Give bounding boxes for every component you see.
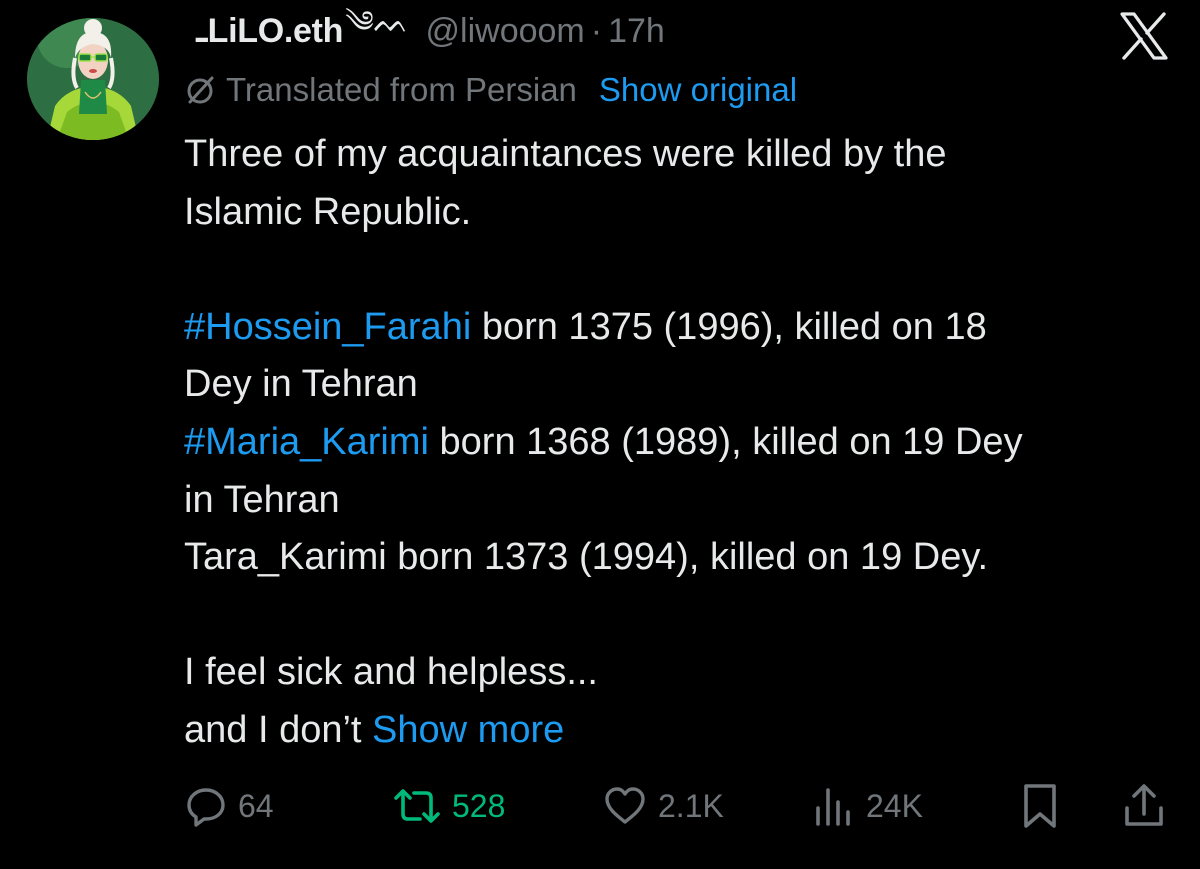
- tweet-header: ـLiLO.eth ༄ᨓ @liwooom · 17h: [196, 6, 665, 54]
- hashtag-link[interactable]: #Hossein_Farahi: [184, 306, 471, 348]
- retweet-button[interactable]: 528: [392, 776, 505, 836]
- views-count: 24K: [866, 787, 923, 824]
- reply-button[interactable]: 64: [184, 776, 274, 836]
- avatar[interactable]: [27, 18, 159, 140]
- body-text-segment: born 1375 (1996), killed on 18: [471, 305, 987, 348]
- body-line: Three of my acquaintances were killed by…: [184, 133, 947, 175]
- views-button[interactable]: 24K: [812, 776, 923, 836]
- translate-slash-icon: [187, 76, 214, 104]
- bookmark-icon: [1024, 784, 1056, 828]
- retweet-icon: [394, 789, 440, 823]
- reply-bubble-icon: [187, 788, 225, 827]
- bookmark-button[interactable]: [1020, 776, 1060, 836]
- like-button[interactable]: 2.1K: [602, 776, 724, 836]
- display-name[interactable]: ـLiLO.eth: [196, 11, 343, 51]
- body-line: I feel sick and helpless...: [184, 651, 598, 694]
- translation-bar: Translated from Persian Show original: [184, 68, 797, 112]
- body-line: in Tehran: [184, 478, 340, 521]
- body-spacer: [184, 587, 1174, 645]
- body-line: Dey in Tehran: [184, 363, 418, 406]
- body-line: and I don’t Show more: [184, 702, 1174, 760]
- x-logo-icon[interactable]: [1118, 10, 1170, 62]
- bar-chart-icon: [816, 788, 850, 826]
- avatar-portrait-image: [27, 18, 159, 140]
- tweet-card: ـLiLO.eth ༄ᨓ @liwooom · 17h Translated f…: [0, 0, 1200, 869]
- reply-count: 64: [238, 787, 274, 824]
- body-line: Tara_Karimi born 1373 (1994), killed on …: [184, 536, 989, 579]
- heart-icon: [605, 787, 645, 824]
- body-line: #Hossein_Farahi born 1375 (1996), killed…: [184, 299, 1174, 357]
- body-line: #Maria_Karimi born 1368 (1989), killed o…: [184, 414, 1174, 472]
- like-count: 2.1K: [658, 787, 724, 824]
- hashtag-link[interactable]: #Maria_Karimi: [184, 421, 429, 463]
- body-spacer: [184, 241, 1174, 299]
- body-line: Islamic Republic.: [184, 190, 472, 233]
- tweet-body: Three of my acquaintances were killed by…: [184, 126, 1174, 760]
- share-upload-icon: [1125, 784, 1163, 826]
- share-button[interactable]: [1122, 776, 1166, 836]
- separator-dot: ·: [590, 11, 603, 50]
- retweet-count: 528: [452, 787, 506, 824]
- body-text-segment: born 1368 (1989), killed on 19 Dey: [428, 420, 1023, 463]
- body-text-segment: and I don’t: [184, 708, 373, 751]
- tweet-action-bar: 64 528 2.1K 24K: [184, 776, 1174, 836]
- translated-from-label: Translated from Persian: [226, 71, 577, 108]
- user-handle[interactable]: @liwooom: [426, 12, 585, 51]
- tweet-timestamp[interactable]: 17h: [608, 12, 665, 51]
- show-more-link[interactable]: Show more: [372, 709, 564, 751]
- display-name-ornament: ༄ᨓ: [345, 6, 410, 39]
- show-original-link[interactable]: Show original: [599, 71, 797, 109]
